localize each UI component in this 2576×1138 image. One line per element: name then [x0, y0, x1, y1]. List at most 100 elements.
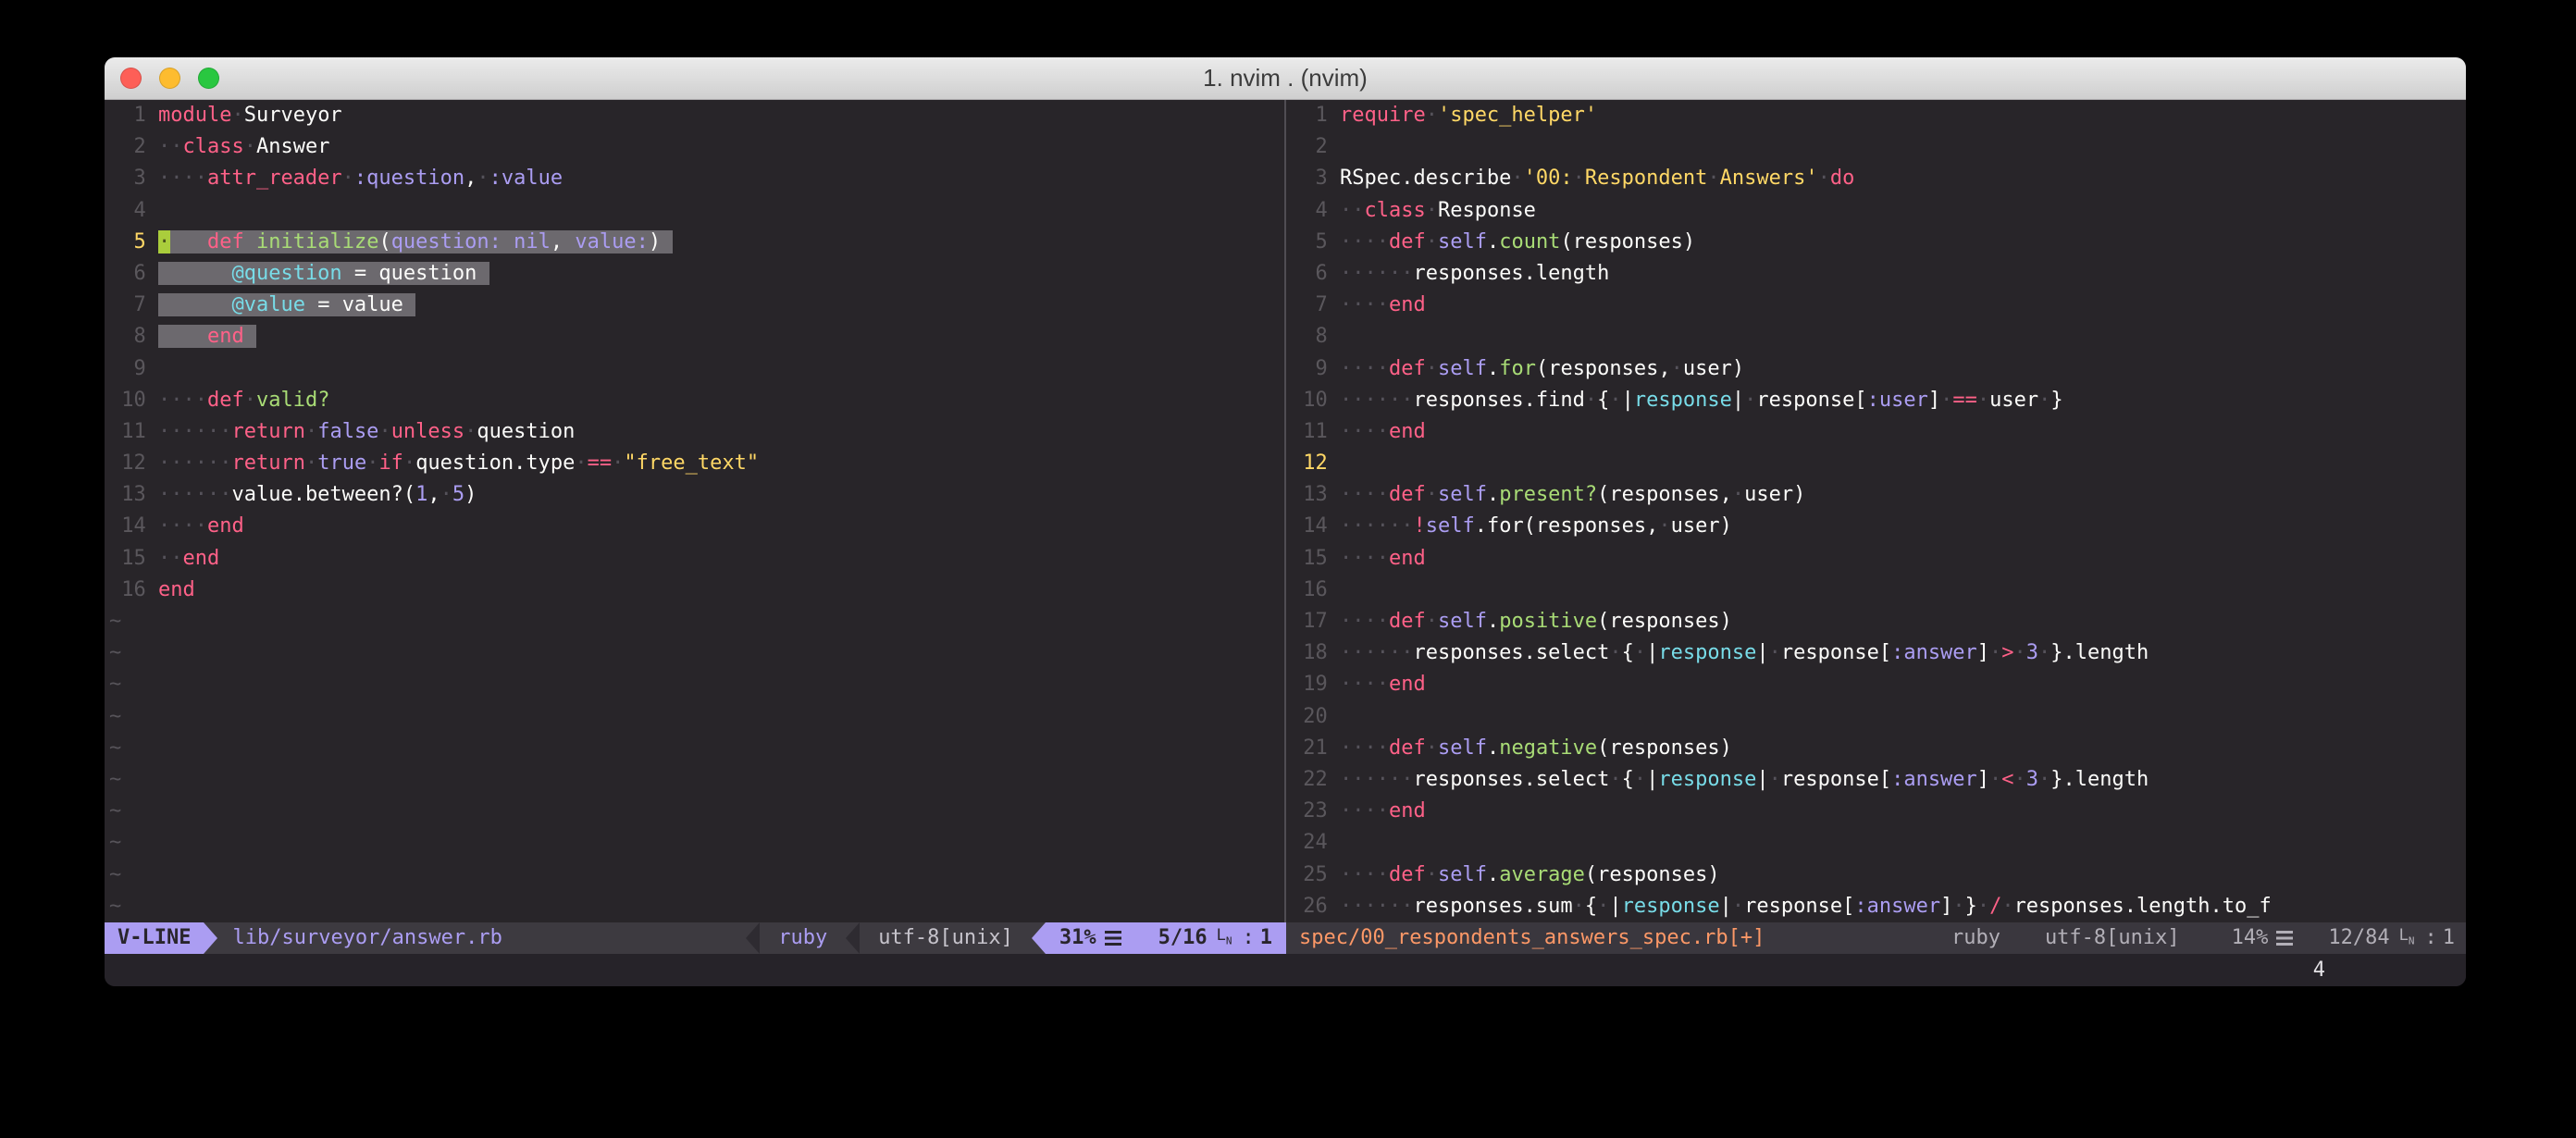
status-row: V-LINE lib/surveyor/answer.rb ruby utf-8… — [105, 922, 2466, 954]
code-line-3[interactable]: 3 RSpec.describe·'00:·Respondent·Answers… — [1291, 163, 2466, 194]
line-number: 4 — [1291, 199, 1340, 222]
code-line-2[interactable]: 2 — [1291, 131, 2466, 163]
code-line-1[interactable]: 1 module·Surveyor — [109, 100, 1284, 131]
line-number: 16 — [1291, 578, 1340, 601]
visual-selection: @question = question — [158, 262, 489, 285]
code-line-8[interactable]: 8 end — [109, 321, 1284, 353]
line-number: 18 — [1291, 641, 1340, 664]
line-number: 16 — [109, 578, 158, 601]
code-line-6[interactable]: 6 ······responses.length — [1291, 258, 2466, 290]
code-line-9[interactable]: 9 — [109, 353, 1284, 385]
code-line-5[interactable]: 5 · def initialize(question: nil, value:… — [109, 227, 1284, 258]
active-file-path: lib/surveyor/answer.rb — [217, 922, 746, 954]
code-line-9[interactable]: 9 ····def·self.for(responses,·user) — [1291, 353, 2466, 385]
code-line-25[interactable]: 25 ····def·self.average(responses) — [1291, 860, 2466, 891]
window-title: 1. nvim . (nvim) — [105, 57, 2466, 99]
vim-mode-indicator: V-LINE — [105, 922, 204, 954]
code-line-23[interactable]: 23 ····end — [1291, 796, 2466, 827]
line-number: 17 — [1291, 610, 1340, 633]
position-colon: : — [1243, 922, 1255, 954]
cursor-position: 5/16 — [1158, 922, 1208, 954]
tilde-marker: ~ — [109, 610, 121, 633]
code-line-15[interactable]: 15 ··end — [109, 543, 1284, 575]
line-number: 15 — [109, 547, 158, 570]
visual-selection: @value = value — [158, 293, 415, 316]
right-editor-pane[interactable]: 1 require·'spec_helper' 2 3 RSpec.descri… — [1286, 100, 2466, 922]
line-number: 4 — [109, 199, 158, 222]
code-line-16[interactable]: 16 — [1291, 575, 2466, 606]
code-line-10[interactable]: 10 ····def·valid? — [109, 385, 1284, 416]
line-number: 14 — [1291, 514, 1340, 538]
code-line-22[interactable]: 22 ······responses.select·{·|response|·r… — [1291, 764, 2466, 796]
right-statusline: spec/00_respondents_answers_spec.rb[+] r… — [1286, 922, 2466, 954]
code-line-7[interactable]: 7 @value = value — [109, 290, 1284, 321]
code-line-2[interactable]: 2 ··class·Answer — [109, 131, 1284, 163]
line-number: 25 — [1291, 863, 1340, 886]
code-line-12[interactable]: 12 — [1291, 448, 2466, 479]
code-line-11[interactable]: 11 ······return·false·unless·question — [109, 416, 1284, 448]
code-line-12[interactable]: 12 ······return·true·if·question.type·==… — [109, 448, 1284, 479]
line-number: 7 — [1291, 293, 1340, 316]
code-line-16[interactable]: 16 end — [109, 575, 1284, 606]
code-line-6[interactable]: 6 @question = question — [109, 258, 1284, 290]
code-line-14[interactable]: 14 ····end — [109, 511, 1284, 542]
line-number: 10 — [1291, 389, 1340, 412]
code-line-4[interactable]: 4 ··class·Response — [1291, 195, 2466, 227]
code-line-17[interactable]: 17 ····def·self.positive(responses) — [1291, 606, 2466, 637]
line-number: 12 — [109, 451, 158, 475]
code-line-24[interactable]: 24 — [1291, 827, 2466, 859]
code-line-14[interactable]: 14 ······!self.for(responses,·user) — [1291, 511, 2466, 542]
line-number: 3 — [109, 167, 158, 190]
command-line[interactable]: 4 — [105, 954, 2466, 986]
encoding-label: utf-8[unix] — [860, 922, 1032, 954]
window-titlebar[interactable]: 1. nvim . (nvim) — [105, 57, 2466, 100]
line-number: 19 — [1291, 673, 1340, 696]
line-number: 21 — [1291, 736, 1340, 760]
tilde-marker: ~ — [109, 799, 121, 823]
encoding-label: utf-8[unix] — [2045, 922, 2180, 954]
code-line-4[interactable]: 4 — [109, 195, 1284, 227]
line-number: 20 — [1291, 705, 1340, 728]
code-line-8[interactable]: 8 — [1291, 321, 2466, 353]
code-line-18[interactable]: 18 ······responses.select·{·|response|·r… — [1291, 637, 2466, 669]
line-number: 1 — [1291, 104, 1340, 127]
filler-line: ~ — [109, 796, 1284, 827]
filler-line: ~ — [109, 764, 1284, 796]
tilde-marker: ~ — [109, 831, 121, 854]
scroll-percent-group: 14% — [2232, 922, 2294, 954]
left-statusline: V-LINE lib/surveyor/answer.rb ruby utf-8… — [105, 922, 1286, 954]
line-number: 1 — [109, 104, 158, 127]
code-line-10[interactable]: 10 ······responses.find·{·|response|·res… — [1291, 385, 2466, 416]
scroll-percent: 31% — [1059, 922, 1096, 954]
line-number: 14 — [109, 514, 158, 538]
line-number: 11 — [1291, 420, 1340, 443]
line-number: 11 — [109, 420, 158, 443]
tilde-marker: ~ — [109, 768, 121, 791]
code-line-13[interactable]: 13 ····def·self.present?(responses,·user… — [1291, 479, 2466, 511]
nvim-editor: 1 module·Surveyor 2 ··class·Answer 3 ···… — [105, 100, 2466, 922]
code-line-3[interactable]: 3 ····attr_reader·:question,·:value — [109, 163, 1284, 194]
cursor-position-group: 12/84LN: 1 — [2328, 922, 2455, 954]
code-line-13[interactable]: 13 ······value.between?(1,·5) — [109, 479, 1284, 511]
inactive-file-path: spec/00_respondents_answers_spec.rb[+] — [1286, 922, 1765, 954]
line-number: 10 — [109, 389, 158, 412]
code-line-11[interactable]: 11 ····end — [1291, 416, 2466, 448]
line-number: 3 — [1291, 167, 1340, 190]
code-line-7[interactable]: 7 ····end — [1291, 290, 2466, 321]
code-line-1[interactable]: 1 require·'spec_helper' — [1291, 100, 2466, 131]
code-line-19[interactable]: 19 ····end — [1291, 669, 2466, 700]
cursor-info-segment: 31%5/16LN: 1 — [1046, 922, 1286, 954]
code-line-5[interactable]: 5 ····def·self.count(responses) — [1291, 227, 2466, 258]
code-line-20[interactable]: 20 — [1291, 701, 2466, 733]
code-line-21[interactable]: 21 ····def·self.negative(responses) — [1291, 733, 2466, 764]
filler-line: ~ — [109, 733, 1284, 764]
line-number: 12 — [1291, 451, 1340, 475]
filler-line: ~ — [109, 827, 1284, 859]
line-number: 22 — [1291, 768, 1340, 791]
left-editor-pane[interactable]: 1 module·Surveyor 2 ··class·Answer 3 ···… — [105, 100, 1284, 922]
cursor-column: 1 — [2443, 922, 2455, 954]
code-line-15[interactable]: 15 ····end — [1291, 543, 2466, 575]
code-line-26[interactable]: 26 ······responses.sum·{·|response|·resp… — [1291, 891, 2466, 922]
line-number: 13 — [1291, 483, 1340, 506]
scroll-percent: 14% — [2232, 922, 2269, 954]
